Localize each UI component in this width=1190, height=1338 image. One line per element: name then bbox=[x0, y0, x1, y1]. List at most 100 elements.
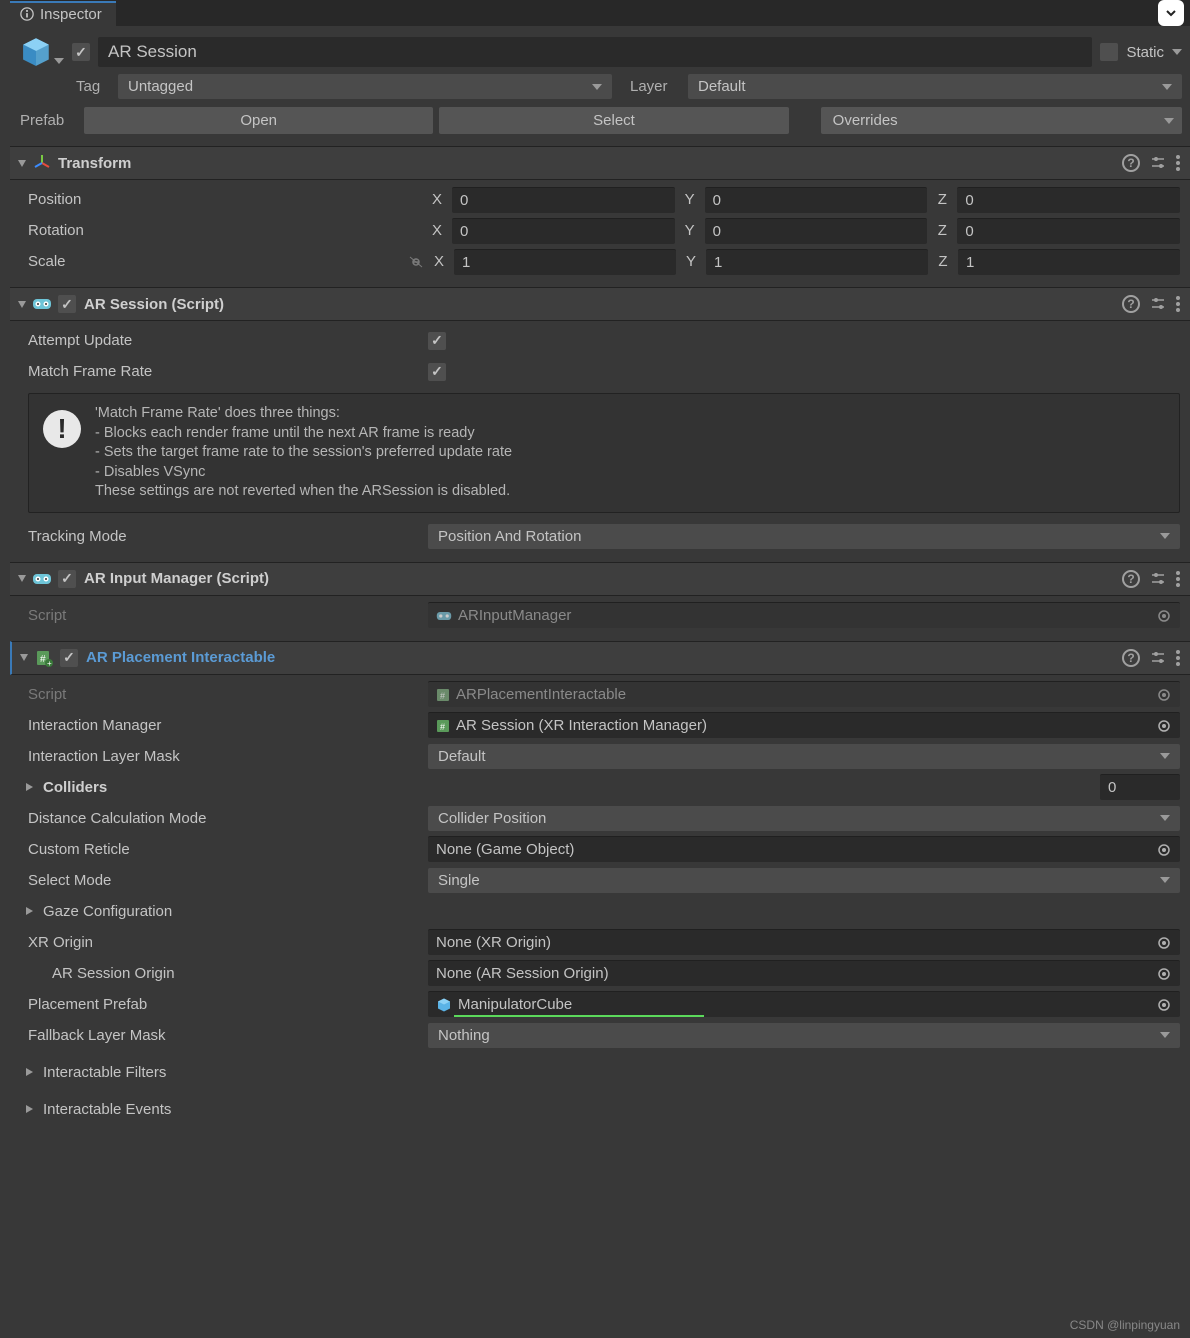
interactable-events-label: Interactable Events bbox=[43, 1101, 171, 1118]
match-frame-rate-checkbox[interactable] bbox=[428, 363, 446, 381]
icon-dropdown[interactable] bbox=[54, 58, 64, 64]
custom-reticle-field[interactable]: None (Game Object) bbox=[428, 836, 1180, 862]
attempt-update-checkbox[interactable] bbox=[428, 332, 446, 350]
script-label: Script bbox=[28, 607, 428, 624]
svg-text:+: + bbox=[47, 659, 52, 667]
ar-session-title: AR Session (Script) bbox=[84, 296, 224, 313]
placement-prefab-field[interactable]: ManipulatorCube bbox=[428, 991, 1180, 1017]
position-z-field[interactable]: 0 bbox=[957, 187, 1180, 213]
interactable-filters-label: Interactable Filters bbox=[43, 1064, 166, 1081]
distance-calc-dropdown[interactable]: Collider Position bbox=[428, 806, 1180, 831]
kebab-icon[interactable] bbox=[1176, 155, 1180, 171]
inspector-tab[interactable]: Inspector bbox=[10, 1, 116, 26]
foldout-icon[interactable] bbox=[26, 907, 37, 915]
foldout-icon bbox=[18, 301, 26, 308]
custom-reticle-label: Custom Reticle bbox=[28, 841, 428, 858]
kebab-icon[interactable] bbox=[1176, 650, 1180, 666]
ar-placement-enabled-checkbox[interactable] bbox=[60, 649, 78, 667]
prefab-overrides-dropdown[interactable]: Overrides bbox=[821, 107, 1182, 134]
script-field: # ARPlacementInteractable bbox=[428, 681, 1180, 707]
help-icon[interactable]: ? bbox=[1122, 649, 1140, 667]
interaction-layer-mask-dropdown[interactable]: Default bbox=[428, 744, 1180, 769]
script-icon: #+ bbox=[34, 648, 54, 668]
interaction-manager-field[interactable]: # AR Session (XR Interaction Manager) bbox=[428, 712, 1180, 738]
ar-session-header[interactable]: AR Session (Script) ? bbox=[10, 287, 1190, 321]
scale-z-field[interactable]: 1 bbox=[958, 249, 1180, 275]
layer-dropdown[interactable]: Default bbox=[688, 74, 1182, 99]
ar-script-icon bbox=[32, 569, 52, 589]
preset-icon[interactable] bbox=[1150, 571, 1166, 587]
preset-icon[interactable] bbox=[1150, 650, 1166, 666]
object-picker-icon[interactable] bbox=[1156, 966, 1172, 982]
preset-icon[interactable] bbox=[1150, 296, 1166, 312]
rotation-y-field[interactable]: 0 bbox=[705, 218, 928, 244]
interaction-layer-mask-label: Interaction Layer Mask bbox=[28, 748, 428, 765]
z-label: Z bbox=[933, 191, 951, 208]
scale-y-field[interactable]: 1 bbox=[706, 249, 928, 275]
position-y-field[interactable]: 0 bbox=[705, 187, 928, 213]
svg-text:#: # bbox=[440, 691, 445, 701]
xr-origin-field[interactable]: None (XR Origin) bbox=[428, 929, 1180, 955]
colliders-label: Colliders bbox=[43, 779, 107, 796]
gameobject-icon[interactable] bbox=[18, 34, 54, 70]
foldout-icon bbox=[18, 160, 26, 167]
distance-calc-label: Distance Calculation Mode bbox=[28, 810, 428, 827]
panel-menu-button[interactable] bbox=[1158, 0, 1184, 26]
object-picker-icon[interactable] bbox=[1156, 842, 1172, 858]
ar-input-title: AR Input Manager (Script) bbox=[84, 570, 269, 587]
xr-origin-label: XR Origin bbox=[28, 934, 428, 951]
object-picker-icon[interactable] bbox=[1156, 997, 1172, 1013]
kebab-icon[interactable] bbox=[1176, 296, 1180, 312]
colliders-count-field[interactable]: 0 bbox=[1100, 774, 1180, 800]
ar-session-enabled-checkbox[interactable] bbox=[58, 295, 76, 313]
transform-icon bbox=[32, 153, 52, 173]
foldout-icon[interactable] bbox=[26, 1105, 37, 1113]
gameobject-name-field[interactable] bbox=[98, 37, 1092, 67]
foldout-icon[interactable] bbox=[26, 1068, 37, 1076]
scale-x-field[interactable]: 1 bbox=[454, 249, 676, 275]
foldout-icon bbox=[18, 575, 26, 582]
kebab-icon[interactable] bbox=[1176, 571, 1180, 587]
fallback-layer-mask-dropdown[interactable]: Nothing bbox=[428, 1023, 1180, 1048]
y-label: Y bbox=[681, 191, 699, 208]
help-icon[interactable]: ? bbox=[1122, 570, 1140, 588]
scale-link-icon[interactable] bbox=[406, 255, 426, 269]
help-icon[interactable]: ? bbox=[1122, 154, 1140, 172]
object-picker-icon[interactable] bbox=[1156, 935, 1172, 951]
foldout-icon bbox=[20, 654, 28, 661]
static-label: Static bbox=[1126, 44, 1164, 61]
position-x-field[interactable]: 0 bbox=[452, 187, 675, 213]
tab-label: Inspector bbox=[40, 6, 102, 23]
preset-icon[interactable] bbox=[1150, 155, 1166, 171]
ar-placement-title: AR Placement Interactable bbox=[86, 649, 275, 666]
static-checkbox[interactable] bbox=[1100, 43, 1118, 61]
ar-input-enabled-checkbox[interactable] bbox=[58, 570, 76, 588]
tab-bar: Inspector bbox=[10, 0, 1190, 26]
transform-title: Transform bbox=[58, 155, 131, 172]
gameobject-active-checkbox[interactable] bbox=[72, 43, 90, 61]
ar-placement-header[interactable]: #+ AR Placement Interactable ? bbox=[10, 641, 1190, 675]
static-dropdown[interactable] bbox=[1172, 49, 1182, 55]
script-field: ARInputManager bbox=[428, 602, 1180, 628]
object-picker-icon[interactable] bbox=[1156, 608, 1172, 624]
tracking-mode-label: Tracking Mode bbox=[28, 528, 428, 545]
select-mode-label: Select Mode bbox=[28, 872, 428, 889]
object-picker-icon[interactable] bbox=[1156, 687, 1172, 703]
object-picker-icon[interactable] bbox=[1156, 718, 1172, 734]
ar-input-manager-header[interactable]: AR Input Manager (Script) ? bbox=[10, 562, 1190, 596]
ar-session-origin-label: AR Session Origin bbox=[28, 965, 428, 982]
foldout-icon[interactable] bbox=[26, 783, 37, 791]
prefab-open-button[interactable]: Open bbox=[84, 107, 433, 134]
help-icon[interactable]: ? bbox=[1122, 295, 1140, 313]
tag-dropdown[interactable]: Untagged bbox=[118, 74, 612, 99]
layer-label: Layer bbox=[630, 78, 680, 95]
rotation-x-field[interactable]: 0 bbox=[452, 218, 675, 244]
transform-header[interactable]: Transform ? bbox=[10, 146, 1190, 180]
tracking-mode-dropdown[interactable]: Position And Rotation bbox=[428, 524, 1180, 549]
ar-session-origin-field[interactable]: None (AR Session Origin) bbox=[428, 960, 1180, 986]
rotation-z-field[interactable]: 0 bbox=[957, 218, 1180, 244]
select-mode-dropdown[interactable]: Single bbox=[428, 868, 1180, 893]
prefab-label: Prefab bbox=[20, 112, 78, 129]
prefab-select-button[interactable]: Select bbox=[439, 107, 788, 134]
rotation-label: Rotation bbox=[28, 222, 428, 239]
